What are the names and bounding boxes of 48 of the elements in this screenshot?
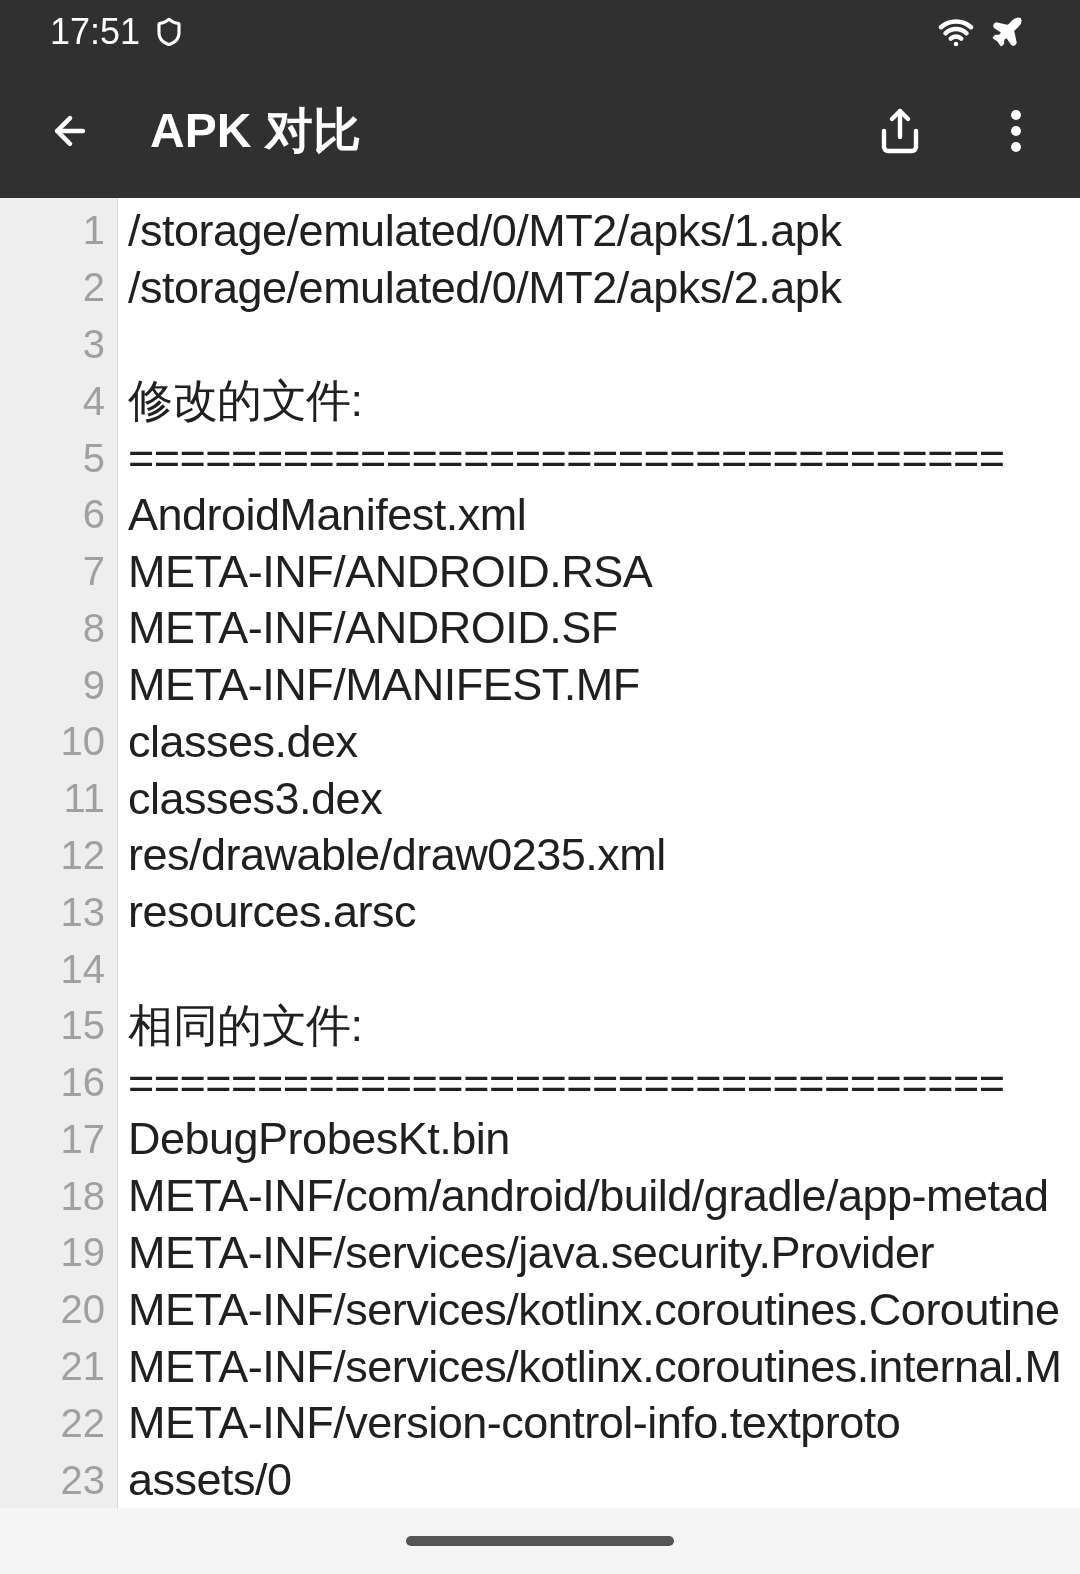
line-number: 23 [60, 1459, 105, 1500]
code-line: 修改的文件: [128, 378, 363, 424]
line-number: 3 [82, 323, 105, 364]
line-number: 17 [60, 1118, 105, 1159]
line-number: 9 [82, 664, 105, 705]
line-number: 1 [82, 210, 105, 251]
code-line: META-INF/MANIFEST.MF [128, 662, 640, 708]
line-number: 16 [60, 1062, 105, 1103]
toolbar-title: APK 对比 [150, 103, 361, 159]
code-line: META-INF/ANDROID.RSA [128, 548, 653, 594]
line-number: 13 [60, 891, 105, 932]
line-number: 5 [82, 437, 105, 478]
code-line: ================================== [128, 1059, 1005, 1105]
line-number: 10 [60, 721, 105, 762]
code-line: /storage/emulated/0/MT2/apks/2.apk [128, 264, 842, 310]
code-line: META-INF/version-control-info.textproto [128, 1400, 901, 1446]
line-number: 22 [60, 1402, 105, 1443]
line-number: 20 [60, 1289, 105, 1330]
line-number: 21 [60, 1346, 105, 1386]
code-line: META-INF/services/kotlinx.coroutines.Coroutine [128, 1286, 1060, 1332]
code-line: /storage/emulated/0/MT2/apks/1.apk [128, 207, 842, 253]
line-number: 18 [60, 1175, 105, 1216]
line-number: 12 [60, 835, 105, 875]
line-number: 15 [60, 1005, 105, 1046]
line-number: 11 [63, 778, 105, 819]
code-line: ================================== [128, 435, 1005, 480]
code-line: META-INF/services/java.security.Provider [128, 1229, 934, 1275]
line-number: 7 [82, 551, 105, 592]
more-vertical-icon [1010, 109, 1022, 153]
code-line: DebugProbesKt.bin [128, 1116, 510, 1162]
airplane-icon [990, 15, 1024, 49]
line-number: 14 [60, 948, 105, 989]
status-time: 17:51 [50, 10, 141, 54]
code-line: AndroidManifest.xml [128, 491, 527, 537]
line-number: 6 [82, 494, 105, 535]
code-line: assets/0 [128, 1457, 292, 1503]
code-line: META-INF/services/kotlinx.coroutines.internal.M [128, 1343, 1062, 1389]
line-number: 8 [82, 607, 105, 648]
line-number: 4 [82, 380, 105, 421]
code-line: classes.dex [128, 718, 358, 764]
code-line: classes3.dex [128, 775, 383, 821]
line-number: 2 [82, 267, 105, 308]
code-line: 相同的文件: [128, 1002, 363, 1048]
code-line: META-INF/ANDROID.SF [128, 605, 618, 651]
line-number: 19 [60, 1232, 105, 1273]
code-line: META-INF/com/android/build/gradle/app-metad [128, 1173, 1049, 1219]
code-line: resources.arsc [128, 889, 417, 935]
code-line: res/drawable/draw0235.xml [128, 832, 666, 878]
